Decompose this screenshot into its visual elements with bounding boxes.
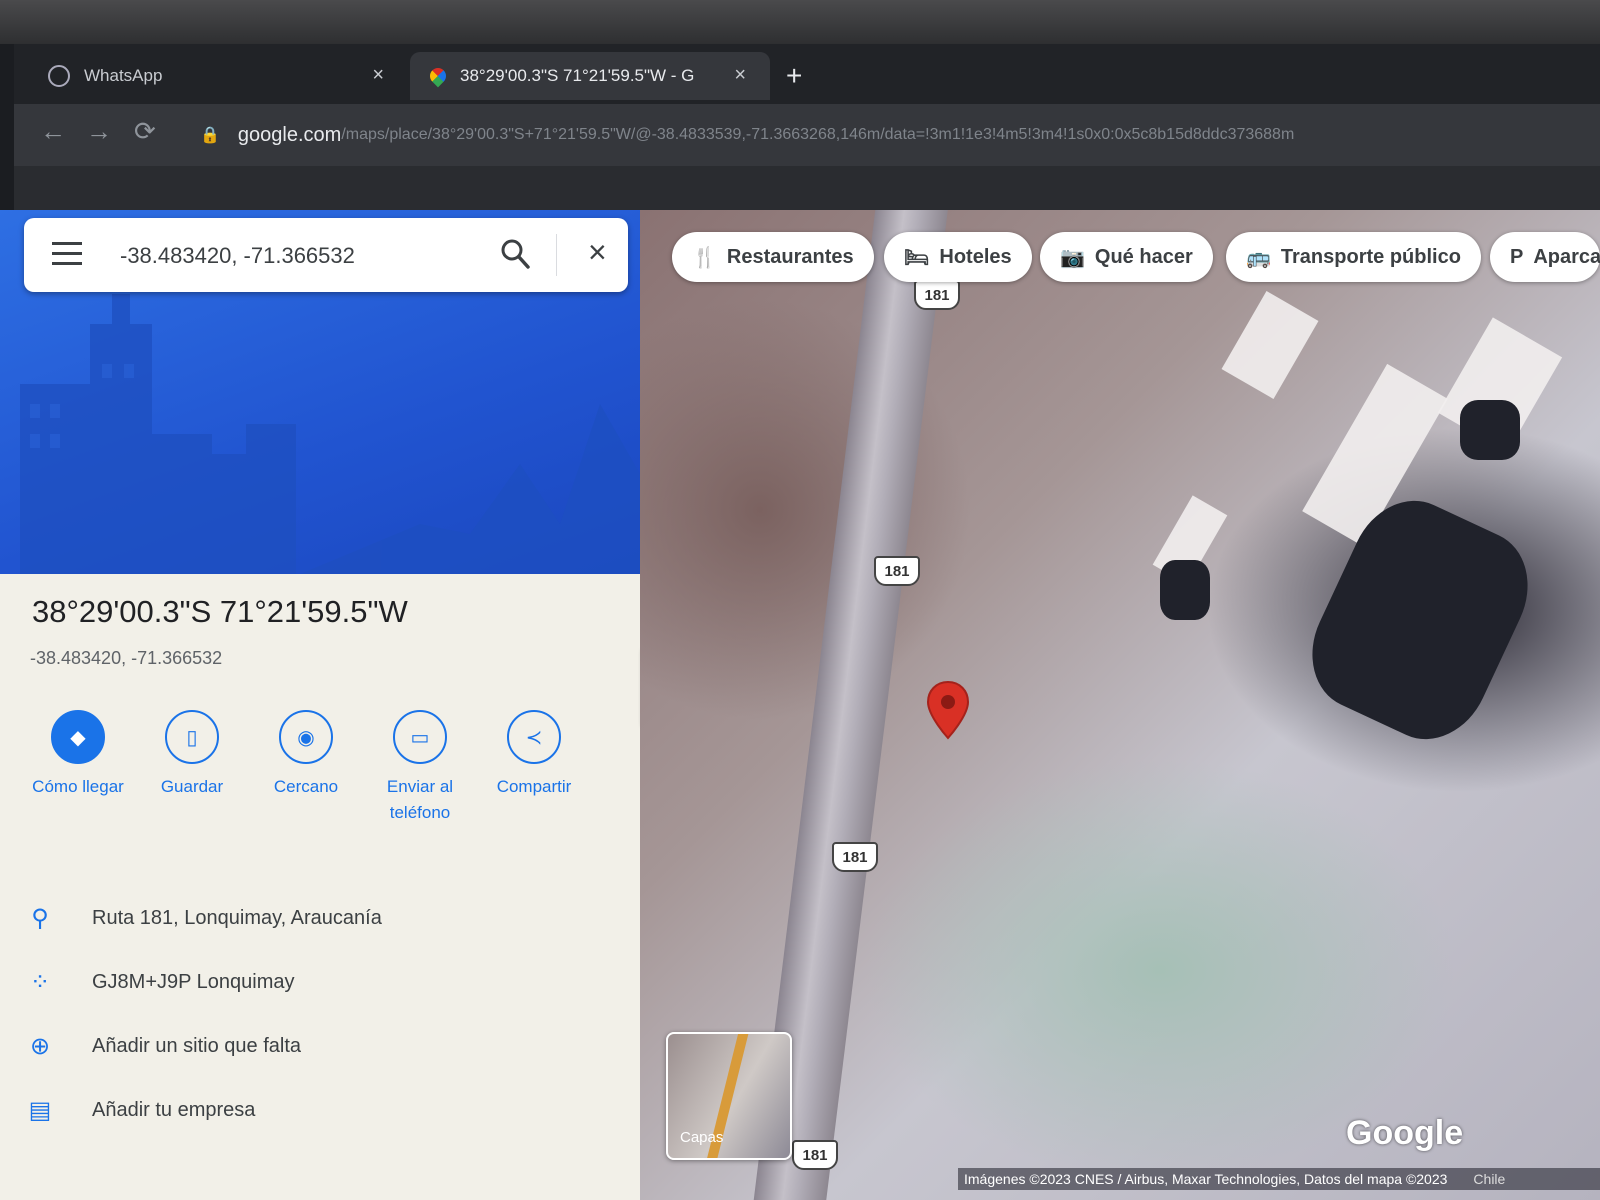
tab-title: WhatsApp (84, 66, 163, 85)
info-row-add-business[interactable]: ▤ Añadir tu empresa (18, 1090, 618, 1130)
chip-transit[interactable]: 🚌 Transporte público (1226, 232, 1481, 282)
directions-icon: ◆ (51, 710, 105, 764)
close-icon[interactable]: × (372, 64, 384, 87)
search-box: × (24, 218, 628, 292)
attribution-text: Imágenes ©2023 CNES / Airbus, Maxar Tech… (964, 1171, 1448, 1187)
nearby-icon: ◉ (279, 710, 333, 764)
hotel-icon: 🛏 (904, 246, 930, 269)
chip-things-to-do[interactable]: 📷 Qué hacer (1040, 232, 1213, 282)
info-text: Ruta 181, Lonquimay, Araucanía (92, 906, 382, 929)
reload-icon[interactable]: ⟳ (134, 116, 156, 147)
chip-hotels[interactable]: 🛏 Hoteles (884, 232, 1032, 282)
info-text: Añadir un sitio que falta (92, 1034, 302, 1057)
menu-icon[interactable] (52, 242, 82, 266)
route-shield: 181 (792, 1140, 838, 1170)
share-icon: ≺ (507, 710, 561, 764)
chip-label: Restaurantes (726, 245, 854, 268)
tree-shadow (1160, 560, 1210, 620)
location-marker-icon[interactable] (926, 680, 970, 740)
place-coordinates: -38.483420, -71.366532 (30, 648, 223, 668)
url-host: google.com (237, 123, 342, 146)
country-label[interactable]: Chile (1473, 1171, 1505, 1187)
browser-chrome: WhatsApp × 38°29'00.3"S 71°21'59.5"W - G… (14, 44, 1600, 210)
chip-label: Aparca (1533, 245, 1600, 268)
save-button[interactable]: ▯ Guardar (134, 710, 250, 800)
nearby-button[interactable]: ◉ Cercano (248, 710, 364, 800)
layers-button[interactable]: Capas (666, 1032, 792, 1160)
info-row-add-place[interactable]: ⊕ Añadir un sitio que falta (18, 1026, 618, 1066)
action-label: Guardar (160, 777, 224, 796)
tab-bar: WhatsApp × 38°29'00.3"S 71°21'59.5"W - G… (14, 44, 1600, 104)
route-shield: 181 (874, 556, 920, 586)
address-bar-row: ← → ⟳ 🔒 google.com /maps/place/38°29'00.… (14, 104, 1600, 166)
clear-search-icon[interactable]: × (588, 234, 607, 271)
action-label: Cómo llegar (32, 777, 124, 796)
address-bar[interactable]: 🔒 google.com /maps/place/38°29'00.3"S+71… (200, 116, 1600, 154)
plus-code-icon: ⁘ (29, 968, 51, 996)
send-to-phone-button[interactable]: ▭ Enviar al teléfono (362, 710, 478, 826)
action-label: Cercano (273, 777, 339, 796)
building (1221, 291, 1319, 399)
back-icon[interactable]: ← (40, 116, 66, 147)
google-maps-icon (426, 64, 450, 88)
location-pin-icon: ⚲ (31, 904, 49, 932)
place-title: 38°29'00.3"S 71°21'59.5"W (32, 594, 408, 629)
directions-button[interactable]: ◆ Cómo llegar (20, 710, 136, 800)
side-panel: × 38°29'00.3"S 71°21'59.5"W -38.483420, … (0, 210, 640, 1200)
send-to-phone-icon: ▭ (393, 710, 447, 764)
info-row-plus-code[interactable]: ⁘ GJ8M+J9P Lonquimay (18, 962, 618, 1002)
chip-parking[interactable]: P Aparca (1490, 232, 1600, 282)
url-path: /maps/place/38°29'00.3"S+71°21'59.5"W/@-… (341, 126, 1295, 143)
new-tab-button[interactable]: + (786, 60, 802, 92)
map-attribution: Imágenes ©2023 CNES / Airbus, Maxar Tech… (958, 1168, 1600, 1190)
tab-google-maps[interactable]: 38°29'00.3"S 71°21'59.5"W - G × (410, 52, 770, 100)
city-skyline-icon (20, 294, 640, 574)
chip-label: Qué hacer (1094, 245, 1193, 268)
close-icon[interactable]: × (734, 64, 746, 87)
whatsapp-icon (48, 65, 70, 87)
google-logo: Google (1346, 1114, 1464, 1152)
forward-icon[interactable]: → (86, 116, 112, 147)
search-icon[interactable] (500, 238, 530, 270)
info-row-address[interactable]: ⚲ Ruta 181, Lonquimay, Araucanía (18, 898, 618, 938)
tab-whatsapp[interactable]: WhatsApp × (48, 52, 408, 100)
bookmark-icon: ▯ (165, 710, 219, 764)
divider (556, 234, 557, 276)
lock-icon: 🔒 (200, 127, 220, 144)
action-label: Enviar al teléfono (386, 777, 454, 822)
camera-icon: 📷 (1060, 246, 1085, 269)
share-button[interactable]: ≺ Compartir (476, 710, 592, 800)
tab-title: 38°29'00.3"S 71°21'59.5"W - G (460, 66, 695, 85)
info-text: GJ8M+J9P Lonquimay (92, 970, 295, 993)
restaurant-icon: 🍴 (692, 246, 717, 269)
add-place-icon: ⊕ (29, 1032, 51, 1060)
route-shield: 181 (914, 280, 960, 310)
layers-label: Capas (680, 1129, 724, 1146)
chip-label: Hoteles (939, 245, 1012, 268)
chip-restaurants[interactable]: 🍴 Restaurantes (672, 232, 874, 282)
tree-shadow (1460, 400, 1520, 460)
chip-label: Transporte público (1280, 245, 1461, 268)
action-label: Compartir (496, 777, 572, 796)
action-buttons: ◆ Cómo llegar ▯ Guardar ◉ Cercano ▭ Envi… (20, 710, 620, 850)
parking-icon: P (1510, 245, 1524, 268)
transit-icon: 🚌 (1246, 246, 1271, 269)
search-input[interactable] (118, 236, 482, 276)
route-shield: 181 (832, 842, 878, 872)
screen-bezel (0, 0, 1600, 44)
add-business-icon: ▤ (28, 1096, 52, 1124)
info-text: Añadir tu empresa (92, 1098, 256, 1121)
